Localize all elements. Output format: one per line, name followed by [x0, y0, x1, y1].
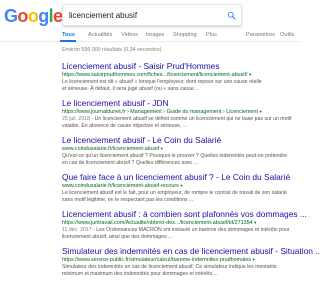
caret-down-icon[interactable]: ▾: [249, 72, 251, 77]
tab-all[interactable]: Tous: [62, 31, 75, 39]
logo-letter-g2: g: [38, 6, 49, 26]
result-snippet-text: - Les Ordonnances MACRON ont instauré un…: [93, 227, 290, 233]
result-snippet-line: valable. En absence de cause objective e…: [62, 123, 188, 129]
active-tab-indicator: [60, 40, 76, 42]
result-url[interactable]: www.coindusalarie.fr/licenciement-abusif…: [62, 145, 292, 153]
result-snippet-line: 11 déc. 2017 - Les Ordonnances MACRON on…: [62, 227, 292, 234]
search-header: Google Tous Actualités Vidéos Images Sho…: [0, 0, 300, 44]
caret-down-icon[interactable]: ▾: [180, 183, 182, 188]
result-snippet-line: et sérieuse. À défaut, il sera jugé abus…: [62, 86, 199, 92]
search-button[interactable]: [221, 5, 241, 25]
result-stats: Environ 596 000 résultats (0,34 secondes…: [62, 47, 162, 53]
result-title-link[interactable]: Licenciement abusif - Saisir Prud'Hommes: [62, 61, 292, 71]
search-input[interactable]: [69, 8, 219, 23]
result-snippet-line: sans motif légitime, en le respectant pa…: [62, 197, 194, 203]
result-url[interactable]: https://www.saisirprudhommes.com/fiches.…: [62, 71, 292, 79]
result-title-link[interactable]: Le licenciement abusif - Le Coin du Sala…: [62, 135, 292, 145]
tools-link[interactable]: Outils: [280, 31, 294, 39]
search-result: Licenciement abusif - Saisir Prud'Hommes…: [62, 61, 292, 93]
tab-news[interactable]: Actualités: [88, 31, 112, 39]
tab-images[interactable]: Images: [146, 31, 164, 39]
tab-shopping[interactable]: Shopping: [173, 31, 197, 39]
result-url-text: www.coindusalarie.fr/licenciement-abusif…: [62, 183, 179, 189]
result-url-text: https://www.juritravail.com/Actualite/ob…: [62, 220, 253, 226]
logo-letter-o1: o: [17, 6, 28, 26]
result-url-text: https://www.saisirprudhommes.com/fiches.…: [62, 72, 248, 78]
result-snippet-line: Le licenciement abusif est le fait, pour…: [62, 190, 287, 196]
result-url[interactable]: https://www.journaldunet.fr › Management…: [62, 108, 292, 116]
result-title-link[interactable]: Licenciement abusif : à combien sont pla…: [62, 209, 307, 219]
result-url[interactable]: www.coindusalarie.fr/licenciement-abusif…: [62, 182, 292, 190]
result-url-text: www.coindusalarie.fr/licenciement-abusif: [62, 146, 160, 152]
caret-down-icon[interactable]: ▾: [253, 257, 255, 262]
logo-letter-o2: o: [27, 6, 39, 26]
logo-letter-g: G: [4, 6, 18, 26]
caret-down-icon[interactable]: ▾: [161, 146, 163, 151]
caret-down-icon[interactable]: ▾: [259, 109, 261, 114]
search-result: Le licenciement abusif - JDN https://www…: [62, 98, 292, 130]
google-logo[interactable]: Google: [4, 6, 63, 26]
result-date: 25 juil. 2018: [62, 116, 90, 122]
result-snippet-line: Qu'est-ce qu'un licenciement abusif ? Po…: [62, 153, 288, 159]
result-title-link[interactable]: Le licenciement abusif - JDN: [62, 98, 292, 108]
result-snippet-line: Le licenciement est dit « abusif » lorsq…: [62, 79, 262, 85]
search-result: Simulateur des indemnités en cas de lice…: [62, 246, 320, 278]
search-result: Que faire face à un licenciement abusif …: [62, 172, 292, 204]
settings-link[interactable]: Paramètres: [246, 31, 275, 39]
search-icon: [227, 11, 235, 19]
result-snippet-line: minimum et maximum des indemnités pour d…: [62, 271, 218, 277]
result-date: 11 déc. 2017: [62, 227, 92, 233]
result-title-link[interactable]: Que faire face à un licenciement abusif …: [62, 172, 292, 182]
tab-more[interactable]: Plus: [206, 31, 217, 39]
result-snippet-text: - Un licenciement abusif se définit comm…: [91, 116, 292, 122]
result-snippet-line: 25 juil. 2018 - Un licenciement abusif s…: [62, 116, 292, 123]
search-nav-tabs: Tous Actualités Vidéos Images Shopping P…: [0, 28, 300, 42]
result-url[interactable]: https://www.juritravail.com/Actualite/ob…: [62, 219, 292, 227]
result-url[interactable]: https://www.service-public.fr/simulateur…: [62, 256, 292, 264]
result-url-text: https://www.journaldunet.fr › Management…: [62, 109, 258, 115]
search-result: Licenciement abusif : à combien sont pla…: [62, 209, 307, 241]
tab-videos[interactable]: Vidéos: [121, 31, 138, 39]
search-result: Le licenciement abusif - Le Coin du Sala…: [62, 135, 292, 167]
caret-down-icon[interactable]: ▾: [254, 220, 256, 225]
search-box[interactable]: [62, 4, 242, 26]
result-snippet-line: licenciement abusif, ainsi que des domma…: [62, 234, 173, 240]
result-url-text: https://www.service-public.fr/simulateur…: [62, 257, 252, 263]
result-title-link[interactable]: Simulateur des indemnités en cas de lice…: [62, 246, 320, 256]
result-snippet-line: Simulateur des indemnités en cas de lice…: [62, 264, 277, 270]
result-snippet-line: en cas de licenciement abusif ? Quelles …: [62, 160, 199, 166]
